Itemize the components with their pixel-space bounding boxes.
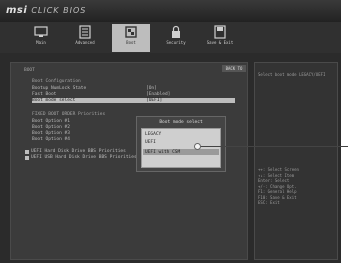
- tab-advanced[interactable]: Advanced: [66, 24, 104, 52]
- bbs-hdd-link[interactable]: UEFI Hard Disk Drive BBS Priorities: [31, 149, 126, 154]
- callout-line: [198, 146, 348, 147]
- help-keys: ++: Select Screen ↑↓: Select Item Enter:…: [258, 167, 299, 206]
- callout-dot: [194, 143, 201, 150]
- help-line: Enter: Select: [258, 178, 290, 183]
- bbs-bullet-icon: [25, 150, 29, 154]
- tab-boot-label: Boot: [126, 40, 136, 45]
- lock-icon: [172, 25, 180, 38]
- section-title: BOOT: [24, 68, 35, 73]
- monitor-icon: [34, 26, 48, 37]
- help-title: Select boot mode LEGACY/UEFI: [258, 72, 326, 77]
- help-line: F10: Save & Exit: [258, 194, 297, 200]
- tab-security[interactable]: Security: [157, 24, 195, 52]
- row-numlock-value[interactable]: [On]: [146, 86, 157, 91]
- row-numlock-label[interactable]: Bootup NumLock State: [32, 86, 86, 91]
- brand-subtitle: CLICK BIOS: [31, 6, 87, 15]
- tab-security-label: Security: [166, 40, 186, 45]
- row-bootmode-label: Boot mode select: [32, 98, 76, 103]
- bios-screen: msi CLICK BIOS Main Advanced Boot Securi…: [0, 0, 341, 263]
- boot-icon: [125, 26, 137, 38]
- row-fastboot-value[interactable]: [Enabled]: [146, 92, 170, 97]
- tab-boot[interactable]: Boot: [112, 24, 150, 52]
- help-line: ++: Select Screen: [258, 167, 299, 172]
- back-button[interactable]: BACK TO: [222, 65, 246, 72]
- tab-main[interactable]: Main: [22, 24, 60, 52]
- help-line: +/-: Change Opt.: [258, 183, 297, 189]
- tab-advanced-label: Advanced: [75, 40, 95, 45]
- boot-option-1[interactable]: Boot Option #1: [32, 119, 70, 124]
- row-fastboot-label[interactable]: Fast Boot: [32, 92, 56, 97]
- popup-title: Boot mode select: [159, 120, 203, 125]
- boot-option-4[interactable]: Boot Option #4: [32, 137, 70, 142]
- boot-mode-popup: Boot mode select LEGACY UEFI UEFI with C…: [136, 116, 226, 172]
- popup-option-uefi[interactable]: UEFI: [145, 140, 156, 145]
- help-panel: [254, 62, 338, 260]
- popup-option-uefi-csm[interactable]: UEFI with CSM: [145, 150, 180, 155]
- tab-save-exit-label: Save & Exit: [206, 40, 234, 45]
- config-header: Boot Configuration: [32, 79, 81, 84]
- tab-bar: Main Advanced Boot Security Save & Exit: [0, 22, 341, 53]
- save-exit-icon: [214, 25, 226, 39]
- help-line: F1: General Help: [258, 189, 297, 194]
- row-boot-mode-select[interactable]: Boot mode select [UEFI]: [32, 98, 235, 103]
- priorities-header: FIXED BOOT ORDER Priorities: [32, 112, 106, 117]
- popup-options-list: LEGACY UEFI UEFI with CSM: [141, 128, 221, 168]
- logo-text: msi: [6, 5, 28, 16]
- msi-logo: msi CLICK BIOS: [6, 5, 86, 16]
- help-line: ↑↓: Select Item: [258, 172, 295, 178]
- popup-option-legacy[interactable]: LEGACY: [145, 132, 161, 137]
- row-bootmode-value: [UEFI]: [146, 98, 163, 103]
- top-bar: msi CLICK BIOS: [0, 0, 341, 22]
- bbs-bullet-icon: [25, 156, 29, 160]
- advanced-icon: [79, 25, 91, 39]
- tab-save-exit[interactable]: Save & Exit: [201, 24, 239, 52]
- boot-option-2[interactable]: Boot Option #2: [32, 125, 70, 130]
- help-line: ESC: Exit: [258, 200, 280, 205]
- boot-option-3[interactable]: Boot Option #3: [32, 131, 70, 136]
- tab-main-label: Main: [36, 40, 46, 45]
- bbs-usb-hdd-link[interactable]: UEFI USB Hard Disk Drive BBS Priorities: [31, 155, 137, 160]
